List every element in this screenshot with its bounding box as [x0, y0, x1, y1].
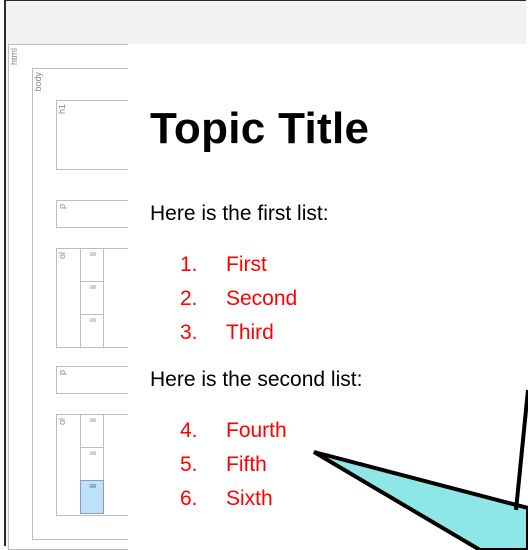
tag-label-li: li — [88, 318, 98, 322]
tag-cell-li-2[interactable]: li — [80, 281, 104, 315]
list-item: 3. Third — [180, 321, 274, 344]
tag-cell-li-6-selected[interactable]: li — [80, 480, 104, 514]
list-item: 4. Fourth — [180, 419, 287, 442]
page-title: Topic Title — [150, 104, 370, 153]
tag-label-ol: ol — [57, 418, 67, 426]
tag-label-p: p — [57, 204, 67, 210]
tag-cell-li-1[interactable]: li — [80, 248, 104, 282]
list-item: 1. First — [180, 253, 267, 276]
tag-cell-li-4[interactable]: li — [80, 414, 104, 448]
tag-label-li: li — [88, 285, 98, 289]
callout-pointer — [312, 389, 528, 550]
tag-label-body: body — [33, 72, 43, 92]
tag-bar-h1[interactable]: h1 — [56, 100, 128, 170]
list-item: 6. Sixth — [180, 487, 273, 510]
first-list-intro: Here is the first list: — [150, 202, 329, 225]
tag-label-li: li — [88, 252, 98, 256]
tag-label-html: html — [9, 48, 19, 66]
first-list: 1. First 2. Second 3. Third — [180, 248, 297, 350]
tag-label-li: li — [88, 451, 98, 455]
tag-bar-p-2[interactable]: p — [56, 366, 128, 394]
list-item: 5. Fifth — [180, 453, 267, 476]
tag-label-p: p — [57, 370, 67, 376]
tag-label-h1: h1 — [57, 104, 67, 115]
tag-cell-li-3[interactable]: li — [80, 314, 104, 348]
tag-label-li: li — [88, 484, 98, 488]
tag-cell-li-5[interactable]: li — [80, 447, 104, 481]
tag-bar-p-1[interactable]: p — [56, 200, 128, 228]
second-list: 4. Fourth 5. Fifth 6. Sixth — [180, 414, 287, 516]
list-item: 2. Second — [180, 287, 298, 310]
tag-label-ol: ol — [57, 252, 67, 260]
tag-label-li: li — [88, 418, 98, 422]
